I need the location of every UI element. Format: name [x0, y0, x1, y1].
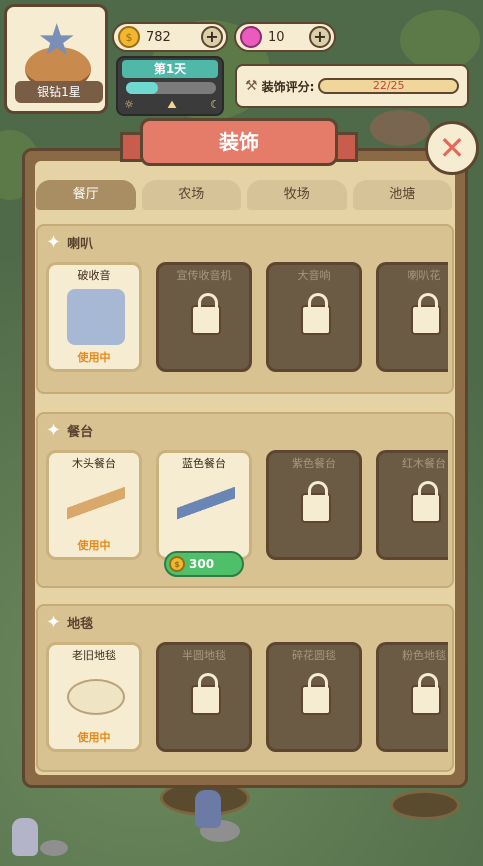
player-rank-badge[interactable]: ★ 银钻1星 — [4, 4, 108, 114]
item-name: 破收音 — [77, 269, 111, 282]
score-label: 装饰评分: — [261, 79, 315, 94]
item-name: 老旧地毯 — [72, 649, 116, 662]
day-progress-bar — [126, 82, 216, 94]
coin-counter: $ 782 + — [112, 22, 228, 52]
item-card-locked[interactable]: 粉色地毯 — [376, 642, 448, 752]
section-title: 喇叭 — [67, 237, 94, 252]
stone — [40, 840, 68, 856]
day-progress-fill — [126, 82, 158, 94]
lock-icon — [301, 481, 331, 523]
item-name: 木头餐台 — [72, 457, 116, 470]
add-gems-button[interactable]: + — [309, 26, 331, 48]
wood-counter-icon — [67, 477, 125, 533]
hammer-icon: ⚒ — [245, 78, 258, 94]
score-value: 22/25 — [372, 79, 405, 92]
star-icon: ✦ — [46, 232, 62, 253]
section-title: 餐台 — [67, 425, 94, 440]
day-label: 第1天 — [122, 60, 218, 78]
close-icon: ✕ — [438, 129, 466, 167]
close-button[interactable]: ✕ — [425, 121, 479, 175]
coin-icon: $ — [118, 26, 140, 48]
in-use-label: 使用中 — [77, 731, 111, 744]
in-use-label: 使用中 — [77, 351, 111, 364]
section-speaker: ✦ 喇叭 破收音 使用中 宣传收音机 大音响 喇叭花 — [36, 224, 454, 394]
item-card-locked[interactable]: 紫色餐台 — [266, 450, 362, 560]
item-name: 粉色地毯 — [402, 649, 446, 662]
item-card[interactable]: 老旧地毯 使用中 — [46, 642, 142, 752]
item-card-locked[interactable]: 大音响 — [266, 262, 362, 372]
section-counter: ✦ 餐台 木头餐台 使用中 蓝色餐台 紫色餐台 红木餐台 — [36, 412, 454, 588]
item-name: 大音响 — [297, 269, 331, 282]
section-title: 地毯 — [67, 617, 94, 632]
lock-icon — [411, 673, 441, 715]
star-icon: ✦ — [46, 612, 62, 633]
item-name: 宣传收音机 — [176, 269, 232, 282]
coin-icon: $ — [169, 556, 185, 572]
tab-pond[interactable]: 池塘 — [352, 180, 452, 210]
price-value: 300 — [189, 557, 215, 571]
carpet-icon — [67, 679, 125, 715]
item-name: 半圆地毯 — [182, 649, 226, 662]
item-card-locked[interactable]: 碎花圆毯 — [266, 642, 362, 752]
moon-icon: ☾ — [210, 98, 220, 111]
buy-button[interactable]: $ 300 — [164, 551, 244, 577]
item-card[interactable]: 破收音 使用中 — [46, 262, 142, 372]
decor-score: ⚒ 装饰评分: 22/25 — [235, 64, 469, 108]
lock-icon — [411, 293, 441, 335]
item-name: 红木餐台 — [402, 457, 446, 470]
item-card-locked[interactable]: 红木餐台 — [376, 450, 448, 560]
rank-label: 银钻1星 — [15, 81, 103, 103]
tab-restaurant[interactable]: 餐厅 — [36, 180, 136, 210]
dirt-hole — [390, 790, 460, 820]
item-name: 蓝色餐台 — [182, 457, 226, 470]
player-character[interactable] — [12, 818, 38, 856]
stump — [370, 110, 430, 146]
item-name: 紫色餐台 — [292, 457, 336, 470]
hill-icon: ⛰ — [167, 98, 177, 111]
blue-counter-icon — [177, 477, 235, 533]
lock-icon — [411, 481, 441, 523]
item-card[interactable]: 木头餐台 使用中 — [46, 450, 142, 560]
coin-value: 782 — [146, 29, 171, 45]
item-card[interactable]: 蓝色餐台 — [156, 450, 252, 560]
gem-icon — [240, 26, 262, 48]
lock-icon — [301, 293, 331, 335]
in-use-label: 使用中 — [77, 539, 111, 552]
item-card-locked[interactable]: 喇叭花 — [376, 262, 448, 372]
item-card-locked[interactable]: 半圆地毯 — [156, 642, 252, 752]
section-carpet: ✦ 地毯 老旧地毯 使用中 半圆地毯 碎花圆毯 粉色地毯 — [36, 604, 454, 772]
day-indicator: 第1天 ☼ ⛰ ☾ — [116, 56, 224, 116]
tree — [400, 10, 480, 70]
panel-title: 装饰 — [140, 118, 338, 166]
item-name: 碎花圆毯 — [292, 649, 336, 662]
gem-counter: 10 + — [234, 22, 336, 52]
npc-character[interactable] — [195, 790, 221, 828]
add-coins-button[interactable]: + — [201, 26, 223, 48]
radio-icon — [67, 289, 125, 345]
category-tabs: 餐厅 农场 牧场 池塘 — [36, 180, 452, 214]
tab-farm[interactable]: 农场 — [141, 180, 241, 210]
gem-value: 10 — [268, 29, 285, 45]
lock-icon — [301, 673, 331, 715]
star-icon: ★ — [37, 15, 77, 66]
item-card-locked[interactable]: 宣传收音机 — [156, 262, 252, 372]
tab-ranch[interactable]: 牧场 — [247, 180, 347, 210]
sun-icon: ☼ — [124, 98, 134, 111]
star-icon: ✦ — [46, 420, 62, 441]
item-name: 喇叭花 — [407, 269, 441, 282]
lock-icon — [191, 293, 221, 335]
score-bar: 22/25 — [318, 78, 459, 94]
lock-icon — [191, 673, 221, 715]
